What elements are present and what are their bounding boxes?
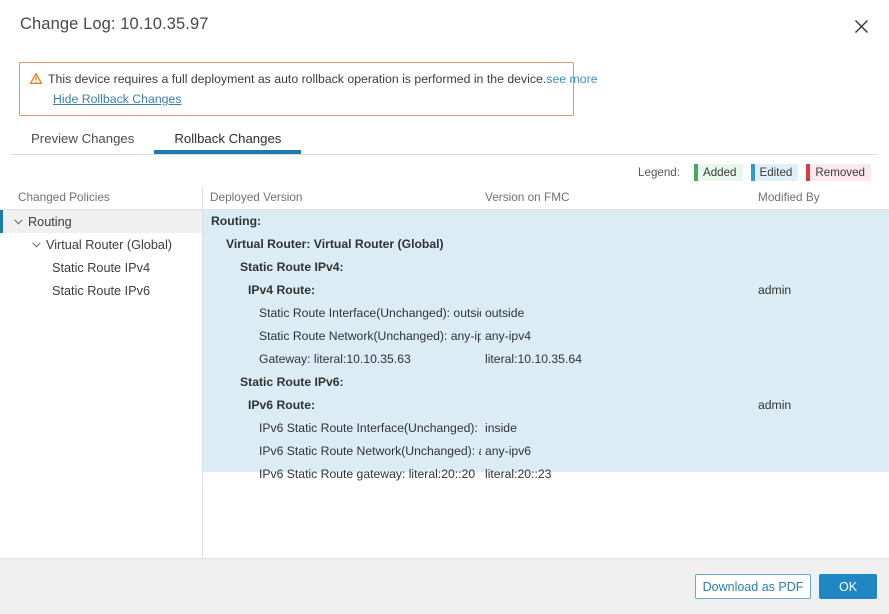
hide-rollback-changes-link[interactable]: Hide Rollback Changes <box>53 92 182 106</box>
detail-label: Routing: <box>211 214 262 228</box>
detail-row: IPv6 Static Route gateway: literal:20::2… <box>203 463 889 486</box>
tab-preview-changes[interactable]: Preview Changes <box>11 127 154 154</box>
detail-label: IPv4 Route: <box>248 283 316 297</box>
tab-bar: Preview Changes Rollback Changes <box>11 127 878 155</box>
column-header-changed-policies: Changed Policies <box>18 190 110 204</box>
detail-value: literal:10.10.35.64 <box>485 352 582 366</box>
legend-item-edited: Edited <box>750 164 799 181</box>
banner-message: This device requires a full deployment a… <box>48 72 547 86</box>
tree-item-routing-label: Routing <box>28 214 72 229</box>
tree-item-virtual-router-global[interactable]: Virtual Router (Global) <box>0 233 202 256</box>
legend-swatch-edited <box>750 164 755 181</box>
chevron-down-icon[interactable] <box>12 218 25 225</box>
detail-value: outside <box>485 306 525 320</box>
detail-row: Static Route Interface(Unchanged): outsi… <box>203 302 889 325</box>
detail-row: IPv4 Route: admin <box>203 279 889 302</box>
detail-row: Static Route IPv4: <box>203 256 889 279</box>
detail-label: IPv6 Static Route Interface(Unchanged): … <box>259 421 481 435</box>
detail-row: Static Route Network(Unchanged): any-ipv… <box>203 325 889 348</box>
rollback-warning-banner: This device requires a full deployment a… <box>19 62 598 116</box>
detail-row: IPv6 Static Route Network(Unchanged): an… <box>203 440 889 463</box>
tab-divider <box>11 154 878 155</box>
detail-row: Gateway: literal:10.10.35.63 literal:10.… <box>203 348 889 371</box>
download-as-pdf-button[interactable]: Download as PDF <box>695 574 811 599</box>
legend-item-removed: Removed <box>806 164 871 181</box>
legend-item-edited-label: Edited <box>759 166 793 179</box>
dialog-footer: Download as PDF OK <box>0 559 889 614</box>
detail-value: any-ipv4 <box>485 329 532 343</box>
detail-label: Static Route IPv6: <box>240 375 344 389</box>
legend-swatch-added <box>693 164 698 181</box>
table-header-row: Changed Policies Deployed Version Versio… <box>0 186 889 210</box>
detail-value: any-ipv6 <box>485 444 532 458</box>
detail-value: inside <box>485 421 517 435</box>
detail-row: Static Route IPv6: <box>203 371 889 394</box>
detail-row: Virtual Router: Virtual Router (Global) <box>203 233 889 256</box>
tree-item-routing[interactable]: Routing <box>0 210 202 233</box>
legend-item-added-label: Added <box>702 166 737 179</box>
column-header-deployed-version: Deployed Version <box>210 190 303 204</box>
tree-item-static-route-ipv4[interactable]: Static Route IPv4 <box>0 256 202 279</box>
detail-modified-by: admin <box>758 398 792 412</box>
detail-value: literal:20::23 <box>485 467 552 481</box>
detail-label: Gateway: literal:10.10.35.63 <box>259 352 411 366</box>
legend-item-removed-label: Removed <box>815 166 865 179</box>
banner-action-row: Hide Rollback Changes <box>53 92 563 106</box>
close-icon <box>854 19 869 34</box>
legend-item-added: Added <box>693 164 743 181</box>
tab-rollback-changes[interactable]: Rollback Changes <box>154 127 302 154</box>
see-more-link[interactable]: see more <box>546 72 597 87</box>
tree-item-static-route-ipv6[interactable]: Static Route IPv6 <box>0 279 202 302</box>
detail-label: IPv6 Static Route gateway: literal:20::2… <box>259 467 476 481</box>
detail-label: Static Route Network(Unchanged): any-ipv… <box>259 329 481 343</box>
detail-label: Static Route IPv4: <box>240 260 344 274</box>
ok-button[interactable]: OK <box>819 574 877 599</box>
page-title: Change Log: 10.10.35.97 <box>20 15 209 33</box>
detail-row: IPv6 Static Route Interface(Unchanged): … <box>203 417 889 440</box>
detail-label: IPv6 Route: <box>248 398 316 412</box>
chevron-down-icon[interactable] <box>30 241 43 248</box>
tree-item-static-route-ipv6-label: Static Route IPv6 <box>52 283 151 298</box>
close-button[interactable] <box>847 12 875 40</box>
legend-label: Legend: <box>638 166 680 179</box>
column-header-modified-by: Modified By <box>758 190 820 204</box>
legend: Legend: Added Edited Removed <box>638 164 879 181</box>
tree-item-static-route-ipv4-label: Static Route IPv4 <box>52 260 151 275</box>
detail-label: IPv6 Static Route Network(Unchanged): an… <box>259 444 481 458</box>
detail-row: IPv6 Route: admin <box>203 394 889 417</box>
detail-modified-by: admin <box>758 283 792 297</box>
rollback-changes-detail: Routing: Virtual Router: Virtual Router … <box>203 210 889 481</box>
dialog-titlebar: Change Log: 10.10.35.97 <box>0 0 889 52</box>
detail-label: Static Route Interface(Unchanged): outsi… <box>259 306 481 320</box>
legend-swatch-removed <box>806 164 811 181</box>
column-header-version-on-fmc: Version on FMC <box>485 190 570 204</box>
changed-policies-tree: Routing Virtual Router (Global) Static R… <box>0 210 202 302</box>
tree-item-virtual-router-global-label: Virtual Router (Global) <box>46 237 172 252</box>
detail-label: Virtual Router: Virtual Router (Global) <box>226 237 444 251</box>
banner-message-row: This device requires a full deployment a… <box>30 72 598 87</box>
detail-row: Routing: <box>203 210 889 233</box>
warning-triangle-icon <box>30 73 42 84</box>
